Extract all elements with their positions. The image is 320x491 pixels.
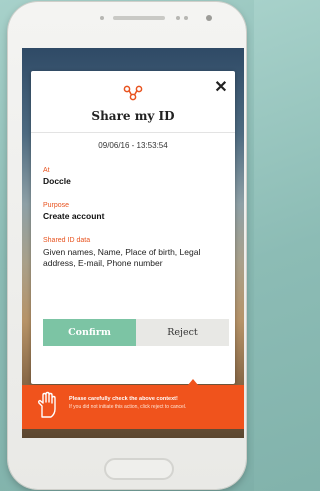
at-value: Doccle [43, 176, 71, 186]
share-id-dialog: ✕ Share my ID 09/06/16 - 13:53:54 At Doc… [31, 71, 235, 384]
phone-speaker [113, 16, 165, 20]
shared-data-value: Given names, Name, Place of birth, Legal… [43, 247, 201, 268]
shared-data-label: Shared ID data [43, 237, 91, 244]
close-icon[interactable]: ✕ [214, 79, 227, 96]
home-button[interactable] [104, 458, 174, 480]
front-camera [206, 15, 212, 21]
purpose-label: Purpose [43, 202, 70, 209]
sensor-dot [176, 16, 180, 20]
reject-button[interactable]: Reject [136, 319, 229, 346]
sensor-dot [100, 16, 104, 20]
hand-icon [37, 391, 56, 418]
action-buttons: Confirm Reject [43, 319, 229, 346]
warning-banner: Please carefully check the above context… [22, 385, 244, 429]
sensor-dot [184, 16, 188, 20]
close-button[interactable]: ✕ [213, 80, 229, 96]
phone-frame: ✕ Share my ID 09/06/16 - 13:53:54 At Doc… [8, 2, 246, 489]
divider [31, 132, 235, 133]
dialog-title: Share my ID [91, 109, 175, 123]
timestamp: 09/06/16 - 13:53:54 [98, 141, 168, 150]
warning-text: If you did not initiate this action, cli… [69, 404, 187, 410]
at-label: At [43, 167, 50, 174]
purpose-value: Create account [43, 211, 105, 221]
share-network-icon [123, 85, 143, 101]
phone-screen: ✕ Share my ID 09/06/16 - 13:53:54 At Doc… [22, 48, 244, 438]
confirm-button[interactable]: Confirm [43, 319, 136, 346]
warning-title: Please carefully check the above context… [69, 396, 178, 402]
